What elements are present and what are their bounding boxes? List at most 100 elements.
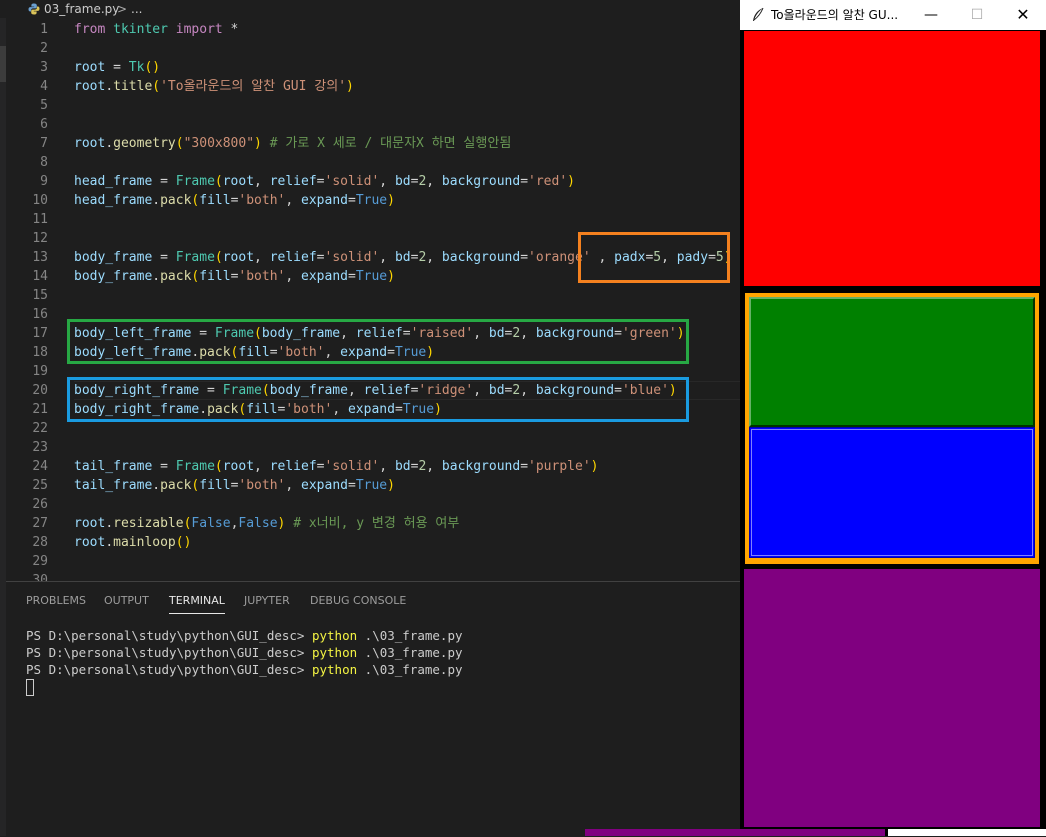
terminal-input-line[interactable] <box>26 678 463 696</box>
code-line[interactable]: 23 <box>6 438 740 457</box>
code-text: body_frame.pack(fill='both', expand=True… <box>74 269 395 284</box>
code-line[interactable]: 15 <box>6 286 740 305</box>
line-number: 5 <box>40 98 48 113</box>
tab-debug-console[interactable]: DEBUG CONSOLE <box>310 593 406 613</box>
line-number: 22 <box>32 421 48 436</box>
code-area[interactable]: 1 from tkinter import * 2 3 root = Tk() 4 root… <box>6 19 740 581</box>
python-file-icon <box>28 3 40 15</box>
line-number: 4 <box>40 79 48 94</box>
line-number: 13 <box>32 250 48 265</box>
head-frame <box>743 30 1041 287</box>
line-number: 24 <box>32 459 48 474</box>
window-titlebar[interactable]: To올라운드의 알찬 GU... — ☐ ✕ <box>740 0 1046 30</box>
line-number: 9 <box>40 174 48 189</box>
window-title: To올라운드의 알찬 GU... <box>771 8 899 22</box>
code-text: root.mainloop() <box>74 535 192 550</box>
line-number: 30 <box>32 573 48 581</box>
line-number: 3 <box>40 60 48 75</box>
code-line[interactable]: 29 <box>6 552 740 571</box>
code-text: from tkinter import * <box>74 22 239 37</box>
terminal-cursor <box>26 679 34 696</box>
tab-problems[interactable]: PROBLEMS <box>26 593 86 613</box>
code-line[interactable]: 5 <box>6 96 740 115</box>
terminal-command: python <box>311 662 358 677</box>
vscode-editor: 03_frame.py > ... 1 from tkinter import *… <box>0 0 740 837</box>
highlight-box-orange <box>578 232 730 283</box>
code-line[interactable]: 2 <box>6 39 740 58</box>
code-line[interactable]: 9 head_frame = Frame(root, relief='solid'… <box>6 172 740 191</box>
tk-window: To올라운드의 알찬 GU... — ☐ ✕ <box>740 0 1046 836</box>
code-text: head_frame = Frame(root, relief='solid',… <box>74 174 575 189</box>
line-number: 7 <box>40 136 48 151</box>
code-line[interactable]: 8 <box>6 153 740 172</box>
tab-terminal[interactable]: TERMINAL <box>169 593 225 614</box>
terminal-prompt: PS D:\personal\study\python\GUI_desc> <box>26 662 312 677</box>
line-number: 21 <box>32 402 48 417</box>
body-left-frame <box>749 297 1035 427</box>
code-line[interactable]: 10 head_frame.pack(fill='both', expand=Tr… <box>6 191 740 210</box>
tail-frame <box>743 568 1041 828</box>
code-line[interactable]: 4 root.title('To올라운드의 알찬 GUI 강의') <box>6 77 740 96</box>
line-number: 12 <box>32 231 48 246</box>
code-line[interactable]: 26 <box>6 495 740 514</box>
highlight-box-green <box>67 319 689 364</box>
code-line[interactable]: 7 root.geometry("300x800") # 가로 X 세로 / 대문… <box>6 134 740 153</box>
line-number: 14 <box>32 269 48 284</box>
code-text: head_frame.pack(fill='both', expand=True… <box>74 193 395 208</box>
code-line[interactable]: 24 tail_frame = Frame(root, relief='solid… <box>6 457 740 476</box>
code-line[interactable]: 27 root.resizable(False,False) # x너비, y 변… <box>6 514 740 533</box>
line-number: 19 <box>32 364 48 379</box>
code-line[interactable]: 30 <box>6 571 740 581</box>
line-number: 15 <box>32 288 48 303</box>
code-line[interactable]: 1 from tkinter import * <box>6 20 740 39</box>
terminal[interactable]: PS D:\personal\study\python\GUI_desc> py… <box>26 627 463 696</box>
code-line[interactable]: 11 <box>6 210 740 229</box>
code-text: root.resizable(False,False) # x너비, y 변경 … <box>74 516 460 531</box>
taskbar-strip-purple <box>585 829 885 836</box>
code-line[interactable]: 6 <box>6 115 740 134</box>
breadcrumb: 03_frame.py > ... <box>0 0 740 19</box>
body-frame <box>743 291 1041 566</box>
line-number: 2 <box>40 41 48 56</box>
terminal-prompt: PS D:\personal\study\python\GUI_desc> <box>26 628 312 643</box>
highlight-box-blue <box>67 377 689 422</box>
terminal-line: PS D:\personal\study\python\GUI_desc> py… <box>26 627 463 644</box>
terminal-args: .\03_frame.py <box>357 628 463 643</box>
minimize-button[interactable]: — <box>908 0 954 30</box>
line-number: 8 <box>40 155 48 170</box>
line-number: 25 <box>32 478 48 493</box>
bottom-panel: PROBLEMS OUTPUT TERMINAL JUPYTER DEBUG C… <box>6 581 740 837</box>
terminal-line: PS D:\personal\study\python\GUI_desc> py… <box>26 644 463 661</box>
tab-output[interactable]: OUTPUT <box>104 593 149 613</box>
tab-jupyter[interactable]: JUPYTER <box>244 593 290 613</box>
terminal-command: python <box>311 628 358 643</box>
line-number: 16 <box>32 307 48 322</box>
taskbar-strip-white <box>888 829 1046 836</box>
line-number: 18 <box>32 345 48 360</box>
breadcrumb-more[interactable]: ... <box>131 0 142 19</box>
terminal-args: .\03_frame.py <box>357 645 463 660</box>
close-button[interactable]: ✕ <box>1000 0 1046 30</box>
code-line[interactable]: 25 tail_frame.pack(fill='both', expand=Tr… <box>6 476 740 495</box>
terminal-prompt: PS D:\personal\study\python\GUI_desc> <box>26 645 312 660</box>
line-number: 26 <box>32 497 48 512</box>
terminal-args: .\03_frame.py <box>357 662 463 677</box>
breadcrumb-separator: > <box>117 2 128 16</box>
code-line[interactable]: 28 root.mainloop() <box>6 533 740 552</box>
code-text: tail_frame = Frame(root, relief='solid',… <box>74 459 599 474</box>
line-number: 11 <box>32 212 48 227</box>
line-number: 20 <box>32 383 48 398</box>
code-text: root.title('To올라운드의 알찬 GUI 강의') <box>74 79 354 94</box>
code-text: tail_frame.pack(fill='both', expand=True… <box>74 478 395 493</box>
maximize-button[interactable]: ☐ <box>954 0 1000 30</box>
line-number: 29 <box>32 554 48 569</box>
code-text: root = Tk() <box>74 60 161 75</box>
line-number: 6 <box>40 117 48 132</box>
line-number: 1 <box>40 22 48 37</box>
code-line[interactable]: 3 root = Tk() <box>6 58 740 77</box>
breadcrumb-file[interactable]: 03_frame.py <box>44 0 119 19</box>
line-number: 10 <box>32 193 48 208</box>
terminal-command: python <box>311 645 358 660</box>
terminal-line: PS D:\personal\study\python\GUI_desc> py… <box>26 661 463 678</box>
line-number: 23 <box>32 440 48 455</box>
